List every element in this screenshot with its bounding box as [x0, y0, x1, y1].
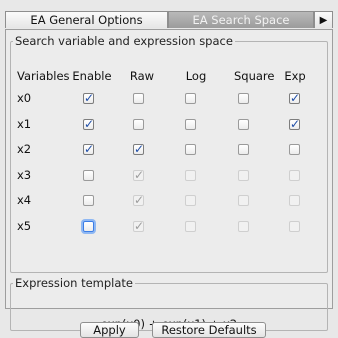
- variable-label-x0: x0: [17, 91, 32, 105]
- apply-button[interactable]: Apply: [80, 322, 139, 338]
- x4-log-checkbox[interactable]: [185, 195, 196, 206]
- x4-raw-checkbox[interactable]: ✓: [133, 194, 144, 206]
- column-header-square: Square: [234, 69, 275, 83]
- x0-log-checkbox[interactable]: [185, 93, 196, 104]
- column-header-exp: Exp: [284, 69, 306, 83]
- variable-label-x3: x3: [17, 167, 32, 182]
- column-header-log: Log: [185, 69, 207, 83]
- x2-log-checkbox[interactable]: [185, 144, 196, 155]
- x2-square-checkbox[interactable]: [238, 144, 249, 155]
- x5-raw-checkbox[interactable]: ✓: [133, 220, 144, 232]
- x1-exp-checkbox[interactable]: ✓: [289, 118, 300, 130]
- x4-enable-checkbox[interactable]: [83, 195, 94, 206]
- column-header-variables: Variables: [17, 69, 70, 83]
- x1-square-checkbox[interactable]: [238, 118, 249, 130]
- x3-exp-checkbox[interactable]: [289, 169, 300, 181]
- x3-enable-checkbox[interactable]: [83, 169, 94, 181]
- x2-exp-checkbox[interactable]: [289, 144, 300, 155]
- tab-content-panel: Search variable and expression space Var…: [5, 29, 333, 331]
- x1-enable-checkbox[interactable]: ✓: [83, 118, 94, 130]
- column-header-raw: Raw: [129, 69, 155, 83]
- x1-log-checkbox[interactable]: [185, 118, 196, 130]
- tab-bar: EA General Options EA Search Space ▶: [5, 11, 333, 29]
- x0-enable-checkbox[interactable]: ✓: [83, 92, 94, 104]
- search-space-group: Search variable and expression space Var…: [10, 34, 328, 273]
- x4-exp-checkbox[interactable]: [289, 195, 300, 206]
- x5-log-checkbox[interactable]: [185, 220, 196, 232]
- variable-label-x1: x1: [17, 116, 32, 131]
- expression-template-legend: Expression template: [15, 276, 133, 290]
- search-space-legend: Search variable and expression space: [15, 34, 233, 48]
- x0-square-checkbox[interactable]: [238, 93, 249, 104]
- x5-exp-checkbox[interactable]: [289, 220, 300, 232]
- x3-raw-checkbox[interactable]: ✓: [133, 169, 144, 181]
- variable-label-x2: x2: [17, 142, 32, 156]
- variable-label-x5: x5: [17, 218, 32, 233]
- x2-enable-checkbox[interactable]: ✓: [83, 143, 94, 155]
- x2-raw-checkbox[interactable]: ✓: [133, 143, 144, 155]
- x3-square-checkbox[interactable]: [238, 169, 249, 181]
- x0-exp-checkbox[interactable]: ✓: [289, 92, 300, 104]
- x4-square-checkbox[interactable]: [238, 195, 249, 206]
- x5-enable-checkbox[interactable]: [83, 220, 94, 232]
- x3-log-checkbox[interactable]: [185, 169, 196, 181]
- tab-ea-general-options[interactable]: EA General Options: [5, 11, 168, 28]
- column-header-enable: Enable: [72, 69, 112, 83]
- tab-ea-search-space[interactable]: EA Search Space: [168, 11, 314, 28]
- x0-raw-checkbox[interactable]: [133, 93, 144, 104]
- x5-square-checkbox[interactable]: [238, 220, 249, 232]
- restore-defaults-button[interactable]: Restore Defaults: [152, 322, 266, 338]
- variable-grid: Variables Enable Raw Log Square Exp x0 ✓ ✓ x1 ✓ ✓ x2…: [11, 48, 327, 272]
- x1-raw-checkbox[interactable]: [133, 118, 144, 130]
- tab-scroll-right-icon[interactable]: ▶: [314, 11, 333, 28]
- variable-label-x4: x4: [17, 193, 32, 207]
